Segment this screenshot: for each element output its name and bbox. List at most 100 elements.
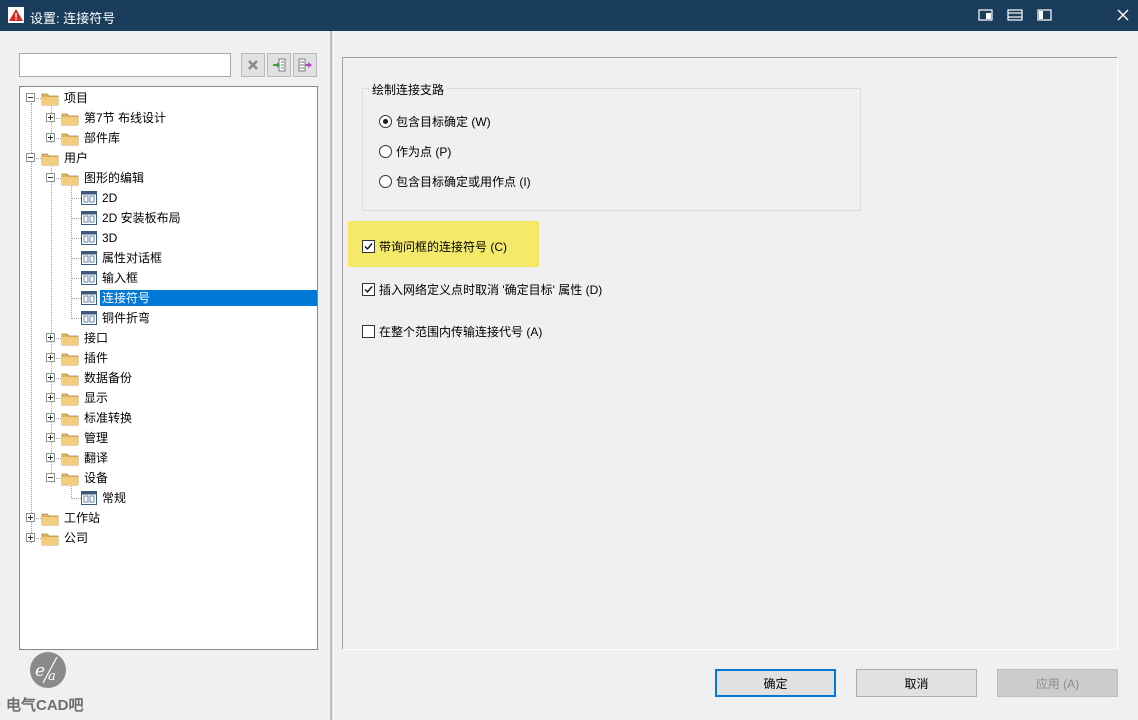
expand-toggle-icon[interactable] <box>46 353 55 362</box>
tree-node[interactable]: 2D 安装板布局 <box>20 209 317 227</box>
settings-page-icon <box>81 191 97 205</box>
tree-node[interactable]: 翻译 <box>20 449 317 467</box>
tree-node[interactable]: 设备 <box>20 469 317 487</box>
tree-node-label: 第7节 布线设计 <box>84 111 167 125</box>
tree-node-label: 常规 <box>102 491 127 505</box>
tree-search-input[interactable] <box>19 53 231 77</box>
radio-indicator[interactable] <box>379 145 392 158</box>
clear-x-icon <box>248 60 258 70</box>
checkbox-transfer-connection-codes[interactable]: 在整个范围内传输连接代号 (A) <box>362 323 542 340</box>
radio-target-determination[interactable]: 包含目标确定 (W) <box>379 113 491 130</box>
expand-toggle-icon[interactable] <box>26 513 35 522</box>
window-layout-icon[interactable] <box>1006 7 1024 23</box>
tree-node[interactable]: 接口 <box>20 329 317 347</box>
export-settings-button[interactable] <box>293 53 317 77</box>
expand-toggle-icon[interactable] <box>46 133 55 142</box>
settings-page-icon <box>81 291 97 305</box>
groupbox-title: 绘制连接支路 <box>369 81 448 98</box>
folder-icon <box>41 153 59 166</box>
checkbox-cancel-target-attribute[interactable]: 插入网络定义点时取消 '确定目标' 属性 (D) <box>362 281 602 298</box>
tree-node[interactable]: 铜件折弯 <box>20 309 317 327</box>
collapse-toggle-icon[interactable] <box>46 473 55 482</box>
tree-node[interactable]: 属性对话框 <box>20 249 317 267</box>
folder-icon <box>61 433 79 446</box>
expand-toggle-icon[interactable] <box>46 113 55 122</box>
tree-node[interactable]: 显示 <box>20 389 317 407</box>
expand-toggle-icon[interactable] <box>46 373 55 382</box>
tree-node-label: 连接符号 <box>100 290 317 306</box>
tree-node[interactable]: 2D <box>20 189 317 207</box>
checkmark-icon <box>364 286 373 294</box>
expand-toggle-icon[interactable] <box>26 533 35 542</box>
cancel-button[interactable]: 取消 <box>856 669 977 697</box>
tree-node[interactable]: 用户 <box>20 149 317 167</box>
radio-target-or-point[interactable]: 包含目标确定或用作点 (I) <box>379 173 531 190</box>
expand-toggle-icon[interactable] <box>46 393 55 402</box>
collapse-toggle-icon[interactable] <box>26 93 35 102</box>
checkbox-indicator[interactable] <box>362 283 375 296</box>
folder-icon <box>61 473 79 486</box>
expand-toggle-icon[interactable] <box>46 453 55 462</box>
panel-toggle-icon[interactable] <box>1036 7 1054 23</box>
tree-node-label: 接口 <box>84 331 109 345</box>
radio-label: 包含目标确定 (W) <box>396 115 491 129</box>
tree-node-label: 数据备份 <box>84 371 133 385</box>
import-settings-button[interactable] <box>267 53 291 77</box>
tree-node[interactable]: 插件 <box>20 349 317 367</box>
tree-node-label: 2D <box>102 191 118 205</box>
expand-toggle-icon[interactable] <box>46 433 55 442</box>
settings-page-icon <box>81 251 97 265</box>
tree-node[interactable]: 项目 <box>20 89 317 107</box>
tree-node[interactable]: 公司 <box>20 529 317 547</box>
watermark-text: 电气CAD吧 <box>6 697 84 714</box>
tree-node[interactable]: 管理 <box>20 429 317 447</box>
checkbox-indicator[interactable] <box>362 325 375 338</box>
tree-node[interactable]: 数据备份 <box>20 369 317 387</box>
pane-splitter[interactable] <box>331 31 334 720</box>
close-icon[interactable] <box>1114 7 1132 23</box>
tree-node-label: 3D <box>102 231 118 245</box>
tree-node[interactable]: 标准转换 <box>20 409 317 427</box>
radio-indicator[interactable] <box>379 115 392 128</box>
tree-node[interactable]: 工作站 <box>20 509 317 527</box>
collapse-toggle-icon[interactable] <box>26 153 35 162</box>
settings-page-icon <box>81 311 97 325</box>
tree-node-label: 公司 <box>64 531 89 545</box>
svg-text:a: a <box>48 669 56 684</box>
collapse-toggle-icon[interactable] <box>46 173 55 182</box>
tree-node[interactable]: 图形的编辑 <box>20 169 317 187</box>
restore-layout-icon[interactable] <box>977 7 995 23</box>
svg-text:e: e <box>35 661 45 681</box>
expand-toggle-icon[interactable] <box>46 333 55 342</box>
tree-node[interactable]: 输入框 <box>20 269 317 287</box>
tree-node[interactable]: 第7节 布线设计 <box>20 109 317 127</box>
tree-node-label: 翻译 <box>84 451 109 465</box>
folder-icon <box>41 513 59 526</box>
clear-search-button[interactable] <box>241 53 265 77</box>
tree-node-label: 用户 <box>64 151 89 165</box>
tree-node[interactable]: 连接符号 <box>20 289 317 307</box>
radio-as-point[interactable]: 作为点 (P) <box>379 143 451 160</box>
window-title: 设置: 连接符号 <box>30 11 116 26</box>
export-icon <box>298 58 312 72</box>
apply-button[interactable]: 应用 (A) <box>997 669 1118 697</box>
settings-tree[interactable]: 项目第7节 布线设计部件库用户图形的编辑 2D 2D 安装板布局 3D 属性对话框输入框… <box>19 86 318 650</box>
ok-button[interactable]: 确定 <box>715 669 836 697</box>
tree-node[interactable]: 部件库 <box>20 129 317 147</box>
tree-node-label: 显示 <box>84 391 109 405</box>
tree-node[interactable]: 常规 <box>20 489 317 507</box>
checkbox-connection-with-dialog[interactable]: 带询问框的连接符号 (C) <box>362 238 507 255</box>
checkbox-indicator[interactable] <box>362 240 375 253</box>
settings-page-icon <box>81 271 97 285</box>
folder-icon <box>41 93 59 106</box>
tree-node[interactable]: 3D <box>20 229 317 247</box>
tree-node-label: 管理 <box>84 431 109 445</box>
tree-node-label: 输入框 <box>102 271 139 285</box>
settings-page-icon <box>81 211 97 225</box>
folder-icon <box>61 453 79 466</box>
expand-toggle-icon[interactable] <box>46 413 55 422</box>
tree-node-label: 图形的编辑 <box>84 171 145 185</box>
folder-icon <box>61 413 79 426</box>
folder-icon <box>61 393 79 406</box>
radio-indicator[interactable] <box>379 175 392 188</box>
